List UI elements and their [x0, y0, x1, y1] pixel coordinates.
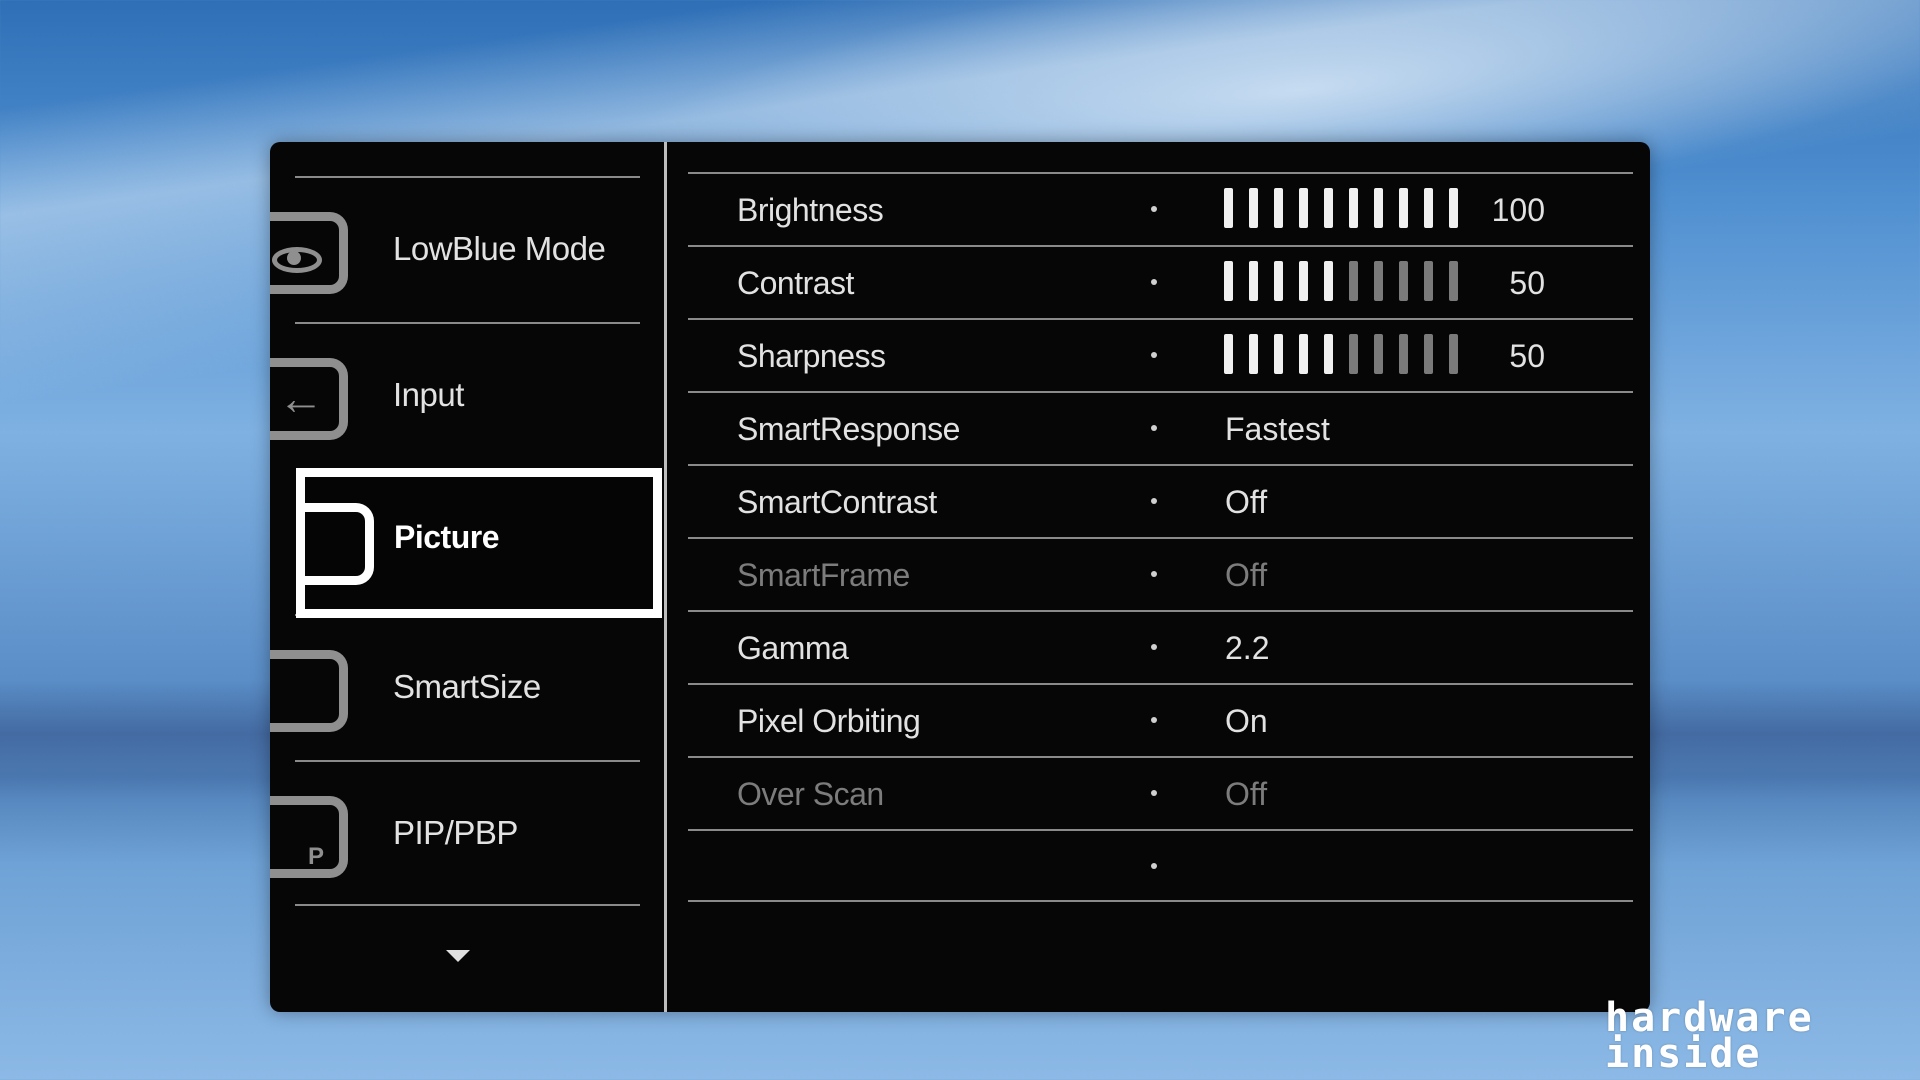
setting-label: SmartResponse: [737, 411, 960, 447]
slider-tick: [1424, 188, 1433, 228]
setting-row-empty: [688, 829, 1633, 902]
setting-row-smartframe: SmartFrame Off: [688, 537, 1633, 610]
sidebar-item-label: Input: [393, 376, 464, 413]
setting-value: 2.2: [1225, 630, 1270, 666]
slider-tick: [1349, 261, 1358, 301]
setting-value: Off: [1225, 776, 1268, 812]
slider-tick: [1424, 261, 1433, 301]
row-bullet: [1151, 352, 1157, 358]
setting-row-smartresponse[interactable]: SmartResponse Fastest: [688, 391, 1633, 464]
slider-tick: [1249, 188, 1258, 228]
sidebar-item-smartsize[interactable]: SmartSize: [270, 614, 640, 760]
setting-value: Fastest: [1225, 411, 1330, 447]
slider-tick: [1299, 261, 1308, 301]
slider-tick: [1324, 261, 1333, 301]
sidebar-item-label: SmartSize: [393, 668, 541, 705]
picture-settings-list: Brightness 100 Contrast 50 Sharpness 50 …: [688, 172, 1633, 902]
slider-tick: [1349, 334, 1358, 374]
setting-label: SmartFrame: [737, 557, 910, 593]
pip-icon: [270, 796, 348, 878]
setting-row-contrast[interactable]: Contrast 50: [688, 245, 1633, 318]
slider-tick: [1274, 188, 1283, 228]
slider-tick: [1349, 188, 1358, 228]
eye-icon: [270, 212, 348, 294]
slider-tick: [1449, 188, 1458, 228]
sidebar-item-label: PIP/PBP: [393, 814, 518, 851]
setting-row-over-scan: Over Scan Off: [688, 756, 1633, 829]
slider-tick: [1249, 261, 1258, 301]
input-arrow-icon: [270, 358, 348, 440]
slider-tick: [1449, 334, 1458, 374]
setting-value: Off: [1225, 557, 1268, 593]
setting-label: Gamma: [737, 630, 849, 666]
sharpness-slider[interactable]: [1224, 334, 1458, 374]
setting-label: Pixel Orbiting: [737, 703, 921, 739]
slider-tick: [1399, 334, 1408, 374]
slider-tick: [1224, 334, 1233, 374]
osd-sidebar: LowBlue Mode Input Picture SmartSize PIP…: [270, 142, 667, 1012]
brightness-slider[interactable]: [1224, 188, 1458, 228]
setting-row-brightness[interactable]: Brightness 100: [688, 172, 1633, 245]
row-bullet: [1151, 644, 1157, 650]
slider-tick: [1374, 261, 1383, 301]
setting-row-gamma[interactable]: Gamma 2.2: [688, 610, 1633, 683]
row-bullet: [1151, 206, 1157, 212]
picture-icon: [296, 503, 374, 585]
slider-tick: [1374, 188, 1383, 228]
osd-menu: LowBlue Mode Input Picture SmartSize PIP…: [270, 142, 1650, 1012]
watermark-line-2: inside: [1605, 1031, 1762, 1077]
slider-tick: [1274, 261, 1283, 301]
slider-tick: [1449, 261, 1458, 301]
setting-row-sharpness[interactable]: Sharpness 50: [688, 318, 1633, 391]
slider-tick: [1374, 334, 1383, 374]
setting-label: Sharpness: [737, 338, 886, 374]
chevron-down-icon[interactable]: [446, 950, 470, 962]
watermark-logo: hardware inside: [1605, 998, 1814, 1077]
row-bullet: [1151, 790, 1157, 796]
slider-tick: [1399, 188, 1408, 228]
setting-row-pixel-orbiting[interactable]: Pixel Orbiting On: [688, 683, 1633, 756]
row-bullet: [1151, 498, 1157, 504]
setting-label: SmartContrast: [737, 484, 937, 520]
slider-tick: [1299, 188, 1308, 228]
slider-tick: [1224, 188, 1233, 228]
setting-label: Over Scan: [737, 776, 884, 812]
row-bullet: [1151, 279, 1157, 285]
smartsize-icon: [270, 650, 348, 732]
sidebar-item-picture[interactable]: Picture: [296, 468, 662, 618]
sidebar-item-label: Picture: [394, 519, 499, 555]
setting-value: 100: [1491, 192, 1545, 228]
sidebar-item-lowblue-mode[interactable]: LowBlue Mode: [270, 176, 640, 322]
slider-tick: [1299, 334, 1308, 374]
contrast-slider[interactable]: [1224, 261, 1458, 301]
row-bullet: [1151, 571, 1157, 577]
slider-tick: [1324, 334, 1333, 374]
slider-tick: [1399, 261, 1408, 301]
row-bullet: [1151, 717, 1157, 723]
setting-row-smartcontrast[interactable]: SmartContrast Off: [688, 464, 1633, 537]
sidebar-item-label: LowBlue Mode: [393, 230, 606, 267]
slider-tick: [1424, 334, 1433, 374]
sidebar-item-pip-pbp[interactable]: PIP/PBP: [270, 760, 640, 906]
setting-value: 50: [1509, 338, 1545, 374]
slider-tick: [1274, 334, 1283, 374]
row-bullet: [1151, 425, 1157, 431]
setting-value: On: [1225, 703, 1268, 739]
row-bullet: [1151, 863, 1157, 869]
setting-label: Contrast: [737, 265, 854, 301]
slider-tick: [1224, 261, 1233, 301]
slider-tick: [1324, 188, 1333, 228]
setting-value: 50: [1509, 265, 1545, 301]
setting-value: Off: [1225, 484, 1268, 520]
slider-tick: [1249, 334, 1258, 374]
sidebar-item-input[interactable]: Input: [270, 322, 640, 468]
setting-label: Brightness: [737, 192, 884, 228]
